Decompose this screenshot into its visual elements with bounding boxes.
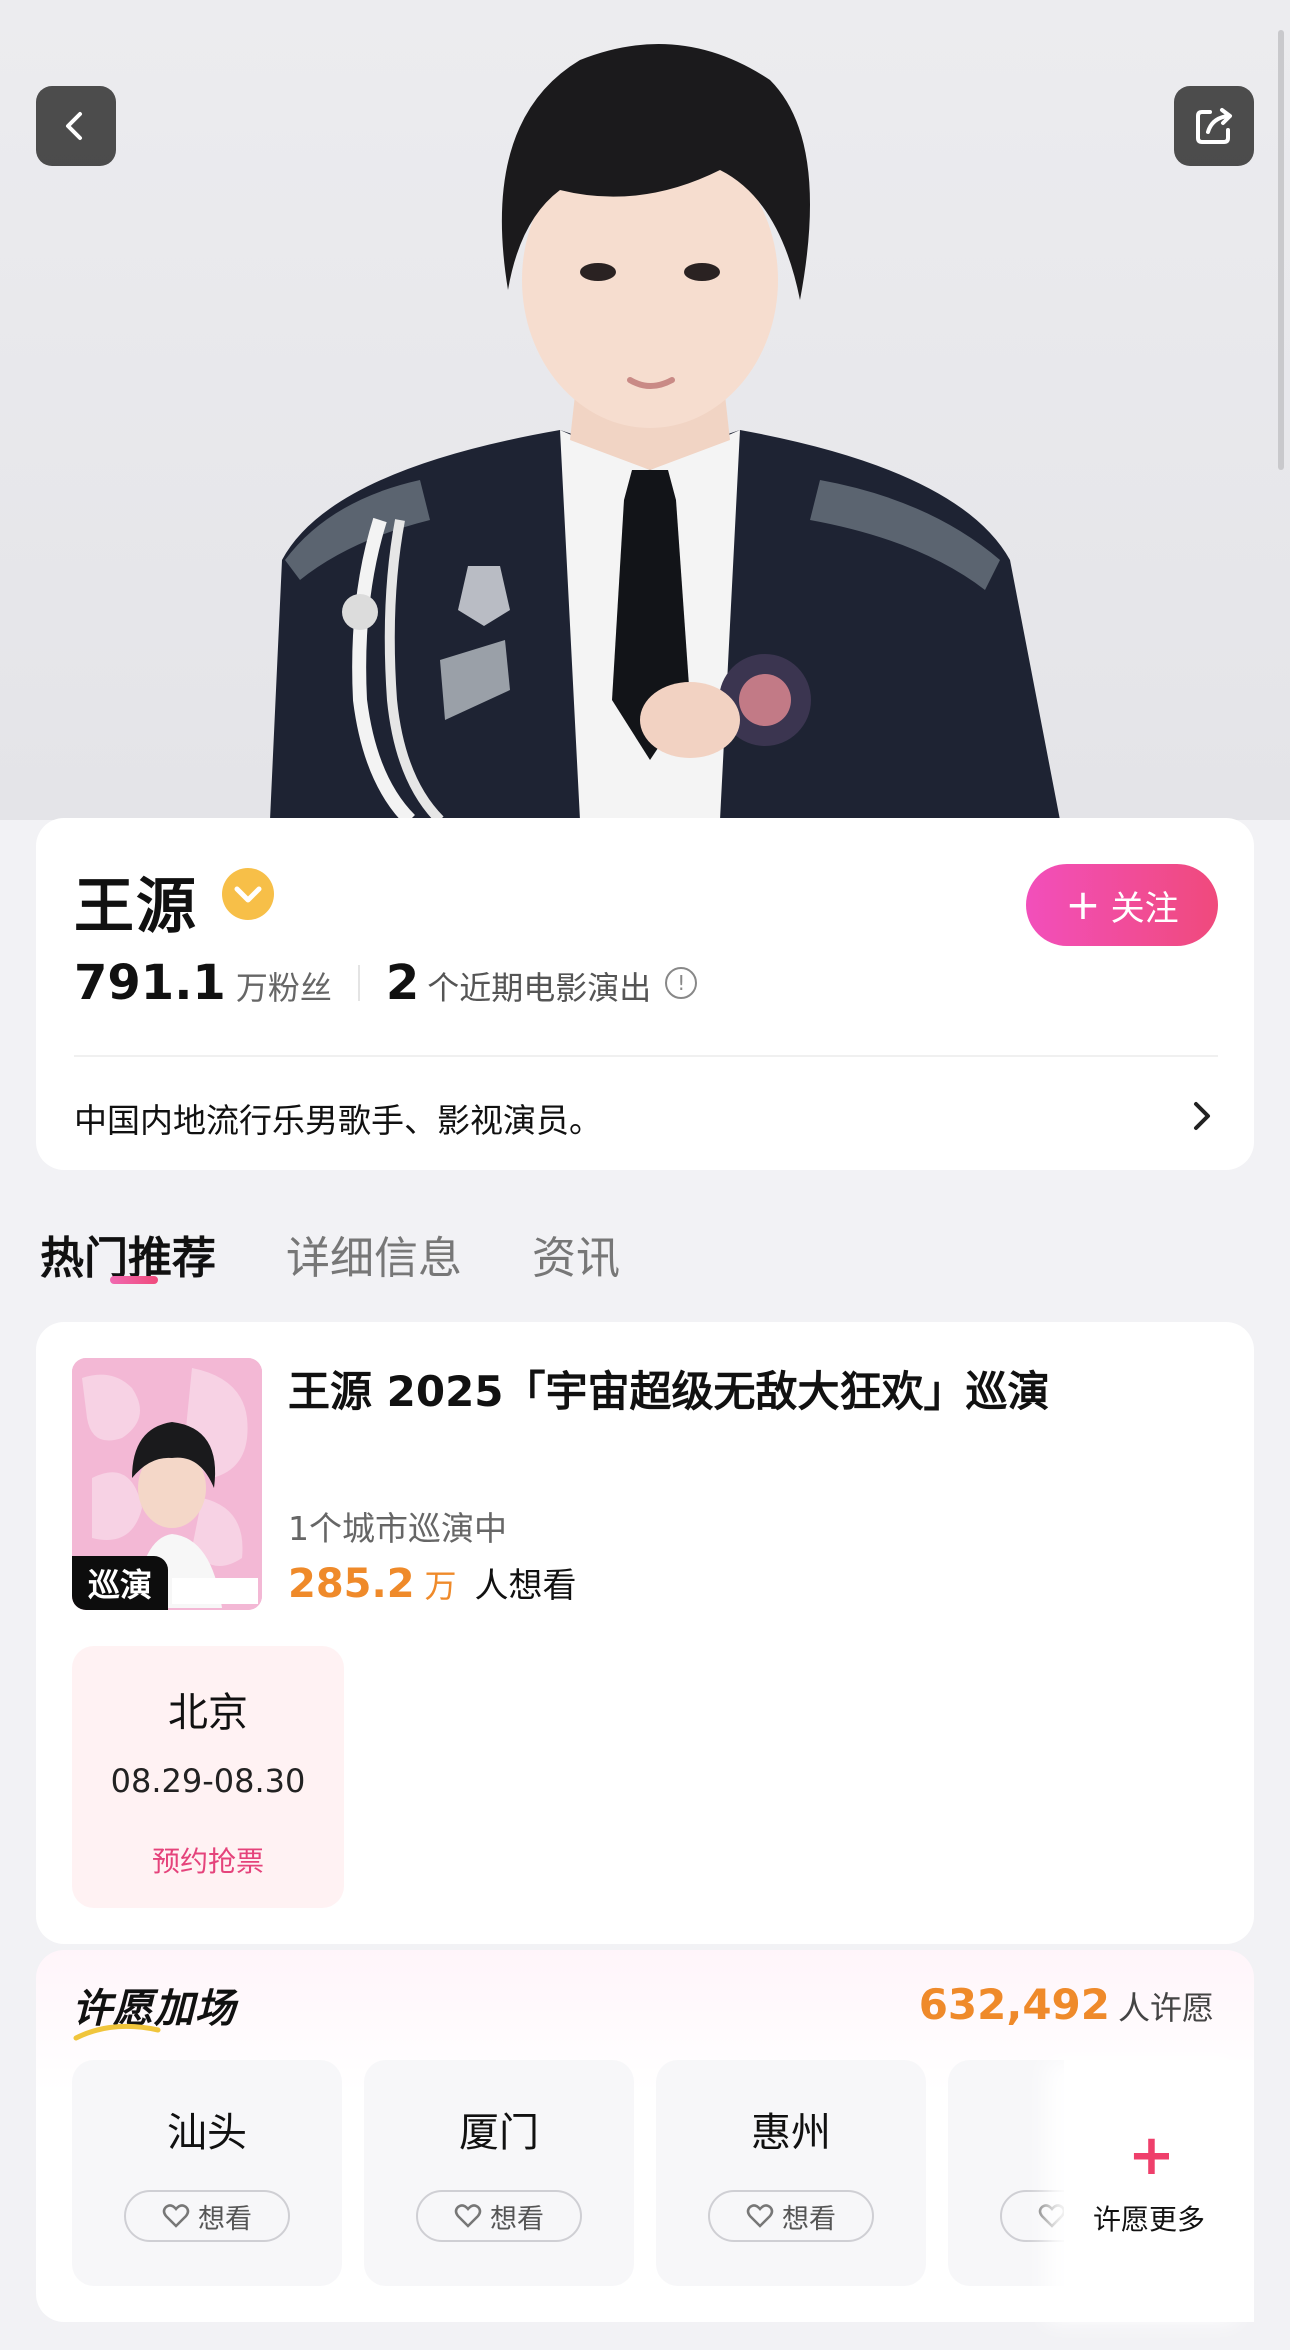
reserve-ticket-button[interactable]: 预约抢票 (72, 1840, 344, 1880)
chevron-right-icon[interactable] (1188, 1096, 1216, 1136)
tab-details[interactable]: 详细信息 (286, 1222, 462, 1286)
want-label: 想看 (198, 2203, 252, 2235)
want-label: 想看 (782, 2203, 836, 2235)
wish-number: 632,492 (918, 1980, 1110, 2029)
artist-name: 王源 (74, 872, 198, 942)
tab-news[interactable]: 资讯 (532, 1222, 620, 1286)
wish-more-label[interactable]: 许愿更多 (1064, 2198, 1234, 2238)
want-button[interactable]: 想看 (708, 2190, 874, 2242)
want-text: 人想看 (474, 1566, 577, 1606)
chevron-left-icon (66, 112, 82, 140)
city-date: 08.29-08.30 (110, 1762, 306, 1800)
verified-badge-icon (222, 868, 274, 920)
plus-icon[interactable]: + (1128, 2128, 1175, 2184)
wish-city-name: 厦门 (459, 2110, 539, 2156)
divider (357, 965, 360, 1001)
shows-label: 个近期电影演出 (427, 969, 652, 1007)
back-button[interactable] (36, 86, 116, 166)
fans-unit: 万粉丝 (235, 969, 332, 1007)
poster-tag: 巡演 (72, 1556, 168, 1610)
heart-plus-icon (454, 2203, 482, 2229)
heart-plus-icon (746, 2203, 774, 2229)
want-button[interactable]: 想看 (124, 2190, 290, 2242)
artist-portrait (270, 44, 1060, 820)
tour-poster[interactable]: 巡演 (72, 1358, 262, 1610)
tab-indicator (110, 1276, 158, 1284)
swoosh-icon (73, 2023, 161, 2041)
fans-count: 791.1 (74, 955, 226, 1011)
wish-city-name: 汕头 (167, 2110, 247, 2156)
want-label: 想看 (490, 2203, 544, 2235)
want-number: 285.2 (288, 1561, 415, 1607)
follow-label: 关注 (1110, 888, 1179, 929)
wish-city-card[interactable] (72, 2060, 342, 2286)
wish-city-card[interactable] (364, 2060, 634, 2286)
wish-count: 632,492 人许愿 (919, 1980, 1214, 2029)
info-icon[interactable]: ! (665, 967, 698, 999)
share-icon (1196, 108, 1232, 144)
wish-city-name: 惠州 (751, 2110, 831, 2156)
tour-title[interactable]: 王源 2025「宇宙超级无敌大狂欢」巡演 (288, 1358, 1050, 1419)
wish-unit: 人许愿 (1117, 1989, 1214, 2027)
heart-plus-icon (162, 2203, 190, 2229)
wish-city-card[interactable] (656, 2060, 926, 2286)
want-button[interactable]: 想看 (416, 2190, 582, 2242)
want-count: 285.2 万 人想看 (288, 1558, 577, 1607)
follow-button[interactable]: + 关注 (1026, 864, 1218, 946)
wish-more-panel[interactable] (1064, 2060, 1254, 2322)
city-name: 北京 (168, 1690, 248, 1736)
scrollbar[interactable] (1278, 30, 1284, 470)
divider (74, 1055, 1218, 1057)
tour-subtitle: 1个城市巡演中 (288, 1509, 507, 1548)
want-unit: 万 (424, 1567, 457, 1605)
profile-stats: 791.1 万粉丝 2 个近期电影演出 ! (74, 955, 698, 1011)
plus-icon: + (1065, 880, 1101, 929)
artist-bio[interactable]: 中国内地流行乐男歌手、影视演员。 (74, 1094, 602, 1142)
share-button[interactable] (1174, 86, 1254, 166)
heart-plus-icon (1038, 2203, 1066, 2229)
shows-count: 2 (385, 955, 420, 1011)
hero-photo (0, 0, 1290, 820)
